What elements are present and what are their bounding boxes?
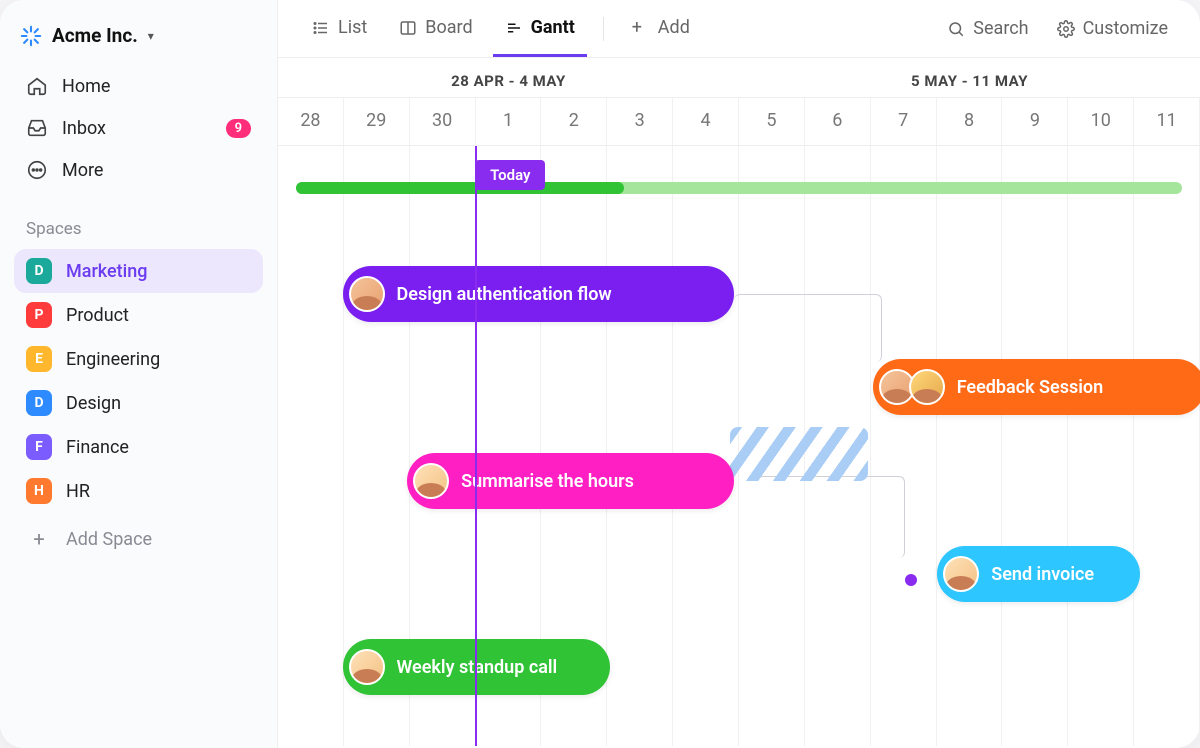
view-tab-list[interactable]: List [300, 1, 379, 57]
add-view-button[interactable]: + Add [620, 1, 702, 57]
sidebar-space-item[interactable]: F Finance [14, 425, 263, 469]
capacity-bar[interactable] [296, 182, 1181, 194]
add-space-button[interactable]: + Add Space [14, 517, 263, 561]
space-label: Marketing [66, 261, 147, 282]
sidebar-space-item[interactable]: P Product [14, 293, 263, 337]
plus-icon: + [26, 526, 52, 552]
view-tab-gantt-label: Gantt [531, 17, 575, 38]
customize-button[interactable]: Customize [1047, 10, 1178, 47]
week-label: 5 MAY - 11 MAY [739, 58, 1200, 97]
add-view-label: Add [658, 17, 690, 38]
gear-icon [1057, 20, 1075, 38]
list-icon [312, 19, 330, 37]
home-icon [26, 75, 48, 97]
space-badge: H [26, 478, 52, 504]
logo-icon [20, 25, 42, 47]
task-bar-auth[interactable]: Design authentication flow [343, 266, 735, 322]
workspace-switcher[interactable]: Acme Inc. ▾ [14, 18, 263, 65]
space-label: Engineering [66, 349, 160, 370]
day-cell: 29 [344, 98, 410, 145]
day-cell: 3 [607, 98, 673, 145]
task-bar-feedback[interactable]: Feedback Session [873, 359, 1200, 415]
task-label: Feedback Session [957, 377, 1103, 398]
space-badge: D [26, 258, 52, 284]
nav-home-label: Home [62, 76, 110, 97]
day-labels-row: 2829301234567891011 [278, 98, 1200, 146]
board-icon [399, 19, 417, 37]
day-cell: 7 [871, 98, 937, 145]
inbox-icon [26, 117, 48, 139]
nav-more[interactable]: More [14, 149, 263, 191]
space-label: HR [66, 481, 90, 502]
ellipsis-icon [26, 159, 48, 181]
avatar [909, 369, 945, 405]
avatar [943, 556, 979, 592]
today-marker-label: Today [475, 160, 545, 190]
plus-icon: + [632, 19, 650, 37]
day-cell: 5 [739, 98, 805, 145]
gantt-body: Today Design authentication flow [278, 146, 1200, 746]
view-tab-gantt[interactable]: Gantt [493, 1, 587, 57]
day-cell: 2 [541, 98, 607, 145]
space-label: Finance [66, 437, 129, 458]
task-label: Summarise the hours [461, 471, 634, 492]
sidebar: Acme Inc. ▾ Home Inbox 9 More Spaces D Ma… [0, 0, 278, 748]
sidebar-space-item[interactable]: H HR [14, 469, 263, 513]
space-badge: P [26, 302, 52, 328]
capacity-bar-fill [296, 182, 623, 194]
spaces-heading: Spaces [14, 191, 263, 249]
space-badge: F [26, 434, 52, 460]
task-bar-standup[interactable]: Weekly standup call [343, 639, 610, 695]
space-label: Product [66, 305, 129, 326]
buffer-region [730, 427, 868, 481]
space-badge: D [26, 390, 52, 416]
day-cell: 11 [1134, 98, 1200, 145]
day-cell: 28 [278, 98, 344, 145]
search-button[interactable]: Search [937, 10, 1038, 47]
main: List Board Gantt + Add Search Cu [278, 0, 1200, 748]
task-bar-invoice[interactable]: Send invoice [937, 546, 1140, 602]
workspace-name: Acme Inc. [52, 24, 138, 47]
task-label: Send invoice [991, 564, 1094, 585]
day-cell: 30 [410, 98, 476, 145]
gantt-timeline[interactable]: 28 APR - 4 MAY 5 MAY - 11 MAY 2829301234… [278, 58, 1200, 748]
day-cell: 10 [1068, 98, 1134, 145]
separator [603, 17, 604, 41]
add-space-label: Add Space [66, 529, 152, 550]
day-cell: 9 [1002, 98, 1068, 145]
day-cell: 8 [937, 98, 1003, 145]
view-tab-list-label: List [338, 17, 367, 38]
day-cell: 4 [673, 98, 739, 145]
nav-inbox[interactable]: Inbox 9 [14, 107, 263, 149]
nav-home[interactable]: Home [14, 65, 263, 107]
view-tab-board[interactable]: Board [387, 1, 484, 57]
milestone-dot[interactable] [905, 574, 917, 586]
nav-more-label: More [62, 160, 103, 181]
topbar: List Board Gantt + Add Search Cu [278, 0, 1200, 58]
sidebar-space-item[interactable]: D Design [14, 381, 263, 425]
sidebar-space-item[interactable]: D Marketing [14, 249, 263, 293]
space-label: Design [66, 393, 121, 414]
day-cell: 6 [805, 98, 871, 145]
task-label: Design authentication flow [397, 284, 612, 305]
week-label: 28 APR - 4 MAY [278, 58, 739, 97]
search-icon [947, 20, 965, 38]
view-tab-board-label: Board [425, 17, 472, 38]
chevron-down-icon: ▾ [148, 29, 154, 43]
space-badge: E [26, 346, 52, 372]
search-label: Search [973, 18, 1028, 39]
day-cell: 1 [476, 98, 542, 145]
avatar [349, 649, 385, 685]
task-label: Weekly standup call [397, 657, 558, 678]
sidebar-space-item[interactable]: E Engineering [14, 337, 263, 381]
gantt-icon [505, 19, 523, 37]
week-labels-row: 28 APR - 4 MAY 5 MAY - 11 MAY [278, 58, 1200, 98]
customize-label: Customize [1083, 18, 1168, 39]
task-bar-hours[interactable]: Summarise the hours [407, 453, 734, 509]
nav-inbox-label: Inbox [62, 118, 106, 139]
avatar [349, 276, 385, 312]
inbox-badge: 9 [226, 119, 251, 138]
avatar [413, 463, 449, 499]
